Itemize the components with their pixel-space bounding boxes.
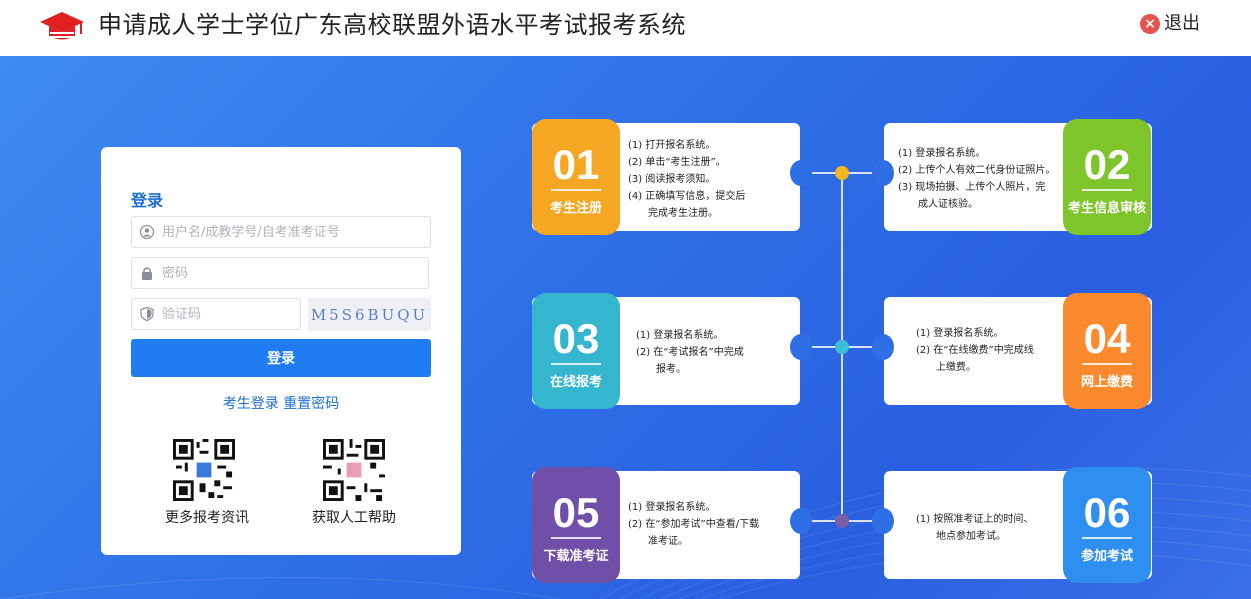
divider xyxy=(551,537,601,539)
step-number: 01 xyxy=(552,141,600,188)
step-line: 报考。 xyxy=(636,364,686,375)
step-line: (1) 打开报名系统。 xyxy=(628,140,716,151)
step-description: (1) 登录报名系统。 (2) 在“参加考试”中查看/下载 准考证。 xyxy=(628,499,759,550)
qr-help-label: 获取人工帮助 xyxy=(312,510,396,526)
qr-info-label: 更多报考资讯 xyxy=(165,510,249,526)
captcha-input[interactable] xyxy=(162,299,294,329)
step-badge-03: 03 在线报考 xyxy=(532,293,620,409)
login-card: 登录 M5S6BUQU 登录 考生登录 xyxy=(101,147,461,555)
divider xyxy=(1082,537,1132,539)
reset-password-link[interactable]: 重置密码 xyxy=(283,396,339,412)
close-circle-icon: × xyxy=(1140,14,1160,34)
timeline-dot xyxy=(835,166,849,180)
step-number: 03 xyxy=(552,315,600,362)
auth-links: 考生登录 重置密码 xyxy=(101,393,461,413)
step-line: 上缴费。 xyxy=(916,362,976,373)
step-description: (1) 登录报名系统。 (2) 在“在线缴费”中完成线 上缴费。 xyxy=(916,325,1034,376)
step-title: 考生信息审核 xyxy=(1067,201,1146,216)
step-badge-02: 02 考生信息审核 xyxy=(1063,119,1151,235)
step-title: 在线报考 xyxy=(549,375,602,390)
username-input[interactable] xyxy=(162,217,424,247)
student-login-link[interactable]: 考生登录 xyxy=(223,396,279,412)
step-line: (3) 阅读报考须知。 xyxy=(628,174,716,185)
qr-code-icon[interactable] xyxy=(173,439,235,501)
card-notch xyxy=(872,160,894,186)
user-icon xyxy=(140,225,154,239)
step-description: (1) 打开报名系统。 (2) 单击“考生注册”。 (3) 阅读报考须知。 (4… xyxy=(628,137,745,222)
step-number: 05 xyxy=(552,489,600,536)
step-line: (2) 单击“考生注册”。 xyxy=(628,157,726,168)
login-title: 登录 xyxy=(131,191,164,210)
captcha-image[interactable]: M5S6BUQU xyxy=(308,298,431,331)
step-description: (1) 按照准考证上的时间、 地点参加考试。 xyxy=(916,511,1033,545)
step-line: 完成考生注册。 xyxy=(628,208,718,219)
divider xyxy=(551,189,601,191)
captcha-field[interactable] xyxy=(131,298,301,330)
step-line: (1) 登录报名系统。 xyxy=(916,328,1004,339)
step-title: 网上缴费 xyxy=(1080,375,1133,390)
card-notch xyxy=(790,160,812,186)
lock-icon xyxy=(142,267,152,280)
step-number: 02 xyxy=(1083,141,1131,188)
divider xyxy=(551,363,601,365)
step-line: (2) 在“考试报名”中完成 xyxy=(636,347,744,358)
step-badge-01: 01 考生注册 xyxy=(532,119,620,235)
step-badge-05: 05 下载准考证 xyxy=(532,467,620,583)
shield-icon xyxy=(140,307,154,321)
qr-code-icon[interactable] xyxy=(321,439,387,501)
step-line: (2) 在“参加考试”中查看/下载 xyxy=(628,519,760,530)
timeline-dot xyxy=(835,514,849,528)
step-line: 成人证核验。 xyxy=(898,199,978,210)
logout-button[interactable]: × 退出 xyxy=(1140,12,1200,36)
step-description: (1) 登录报名系统。 (2) 上传个人有效二代身份证照片。 (3) 现场拍摄、… xyxy=(898,145,1055,213)
page-title: 申请成人学士学位广东高校联盟外语水平考试报考系统 xyxy=(98,11,686,39)
header: 申请成人学士学位广东高校联盟外语水平考试报考系统 × 退出 xyxy=(0,0,1251,56)
card-notch xyxy=(790,334,812,360)
step-title: 考生注册 xyxy=(549,201,602,216)
hero-section: 登录 M5S6BUQU 登录 考生登录 xyxy=(0,56,1251,599)
step-description: (1) 登录报名系统。 (2) 在“考试报名”中完成 报考。 xyxy=(636,327,744,378)
step-line: (1) 登录报名系统。 xyxy=(898,148,986,159)
step-line: (2) 在“在线缴费”中完成线 xyxy=(916,345,1034,356)
password-field[interactable] xyxy=(131,257,429,289)
graduation-cap-icon xyxy=(40,12,84,40)
step-line: (4) 正确填写信息，提交后 xyxy=(628,191,746,202)
card-notch xyxy=(872,508,894,534)
login-button[interactable]: 登录 xyxy=(131,339,431,377)
timeline-dot xyxy=(835,340,849,354)
step-line: (1) 按照准考证上的时间、 xyxy=(916,514,1034,525)
step-line: (1) 登录报名系统。 xyxy=(636,330,724,341)
step-badge-06: 06 参加考试 xyxy=(1063,467,1151,583)
password-input[interactable] xyxy=(162,258,422,288)
step-number: 04 xyxy=(1083,315,1131,362)
divider xyxy=(1082,189,1132,191)
logout-label: 退出 xyxy=(1164,13,1200,34)
divider xyxy=(1082,363,1132,365)
step-line: (2) 上传个人有效二代身份证照片。 xyxy=(898,165,1056,176)
step-title: 参加考试 xyxy=(1080,549,1133,564)
step-line: 地点参加考试。 xyxy=(916,531,1006,542)
step-line: 准考证。 xyxy=(628,536,688,547)
step-number: 06 xyxy=(1083,489,1131,536)
step-line: (3) 现场拍摄、上传个人照片，完 xyxy=(898,182,1046,193)
step-line: (1) 登录报名系统。 xyxy=(628,502,716,513)
username-field[interactable] xyxy=(131,216,431,248)
step-badge-04: 04 网上缴费 xyxy=(1063,293,1151,409)
card-notch xyxy=(872,334,894,360)
step-title: 下载准考证 xyxy=(543,549,609,564)
card-notch xyxy=(790,508,812,534)
